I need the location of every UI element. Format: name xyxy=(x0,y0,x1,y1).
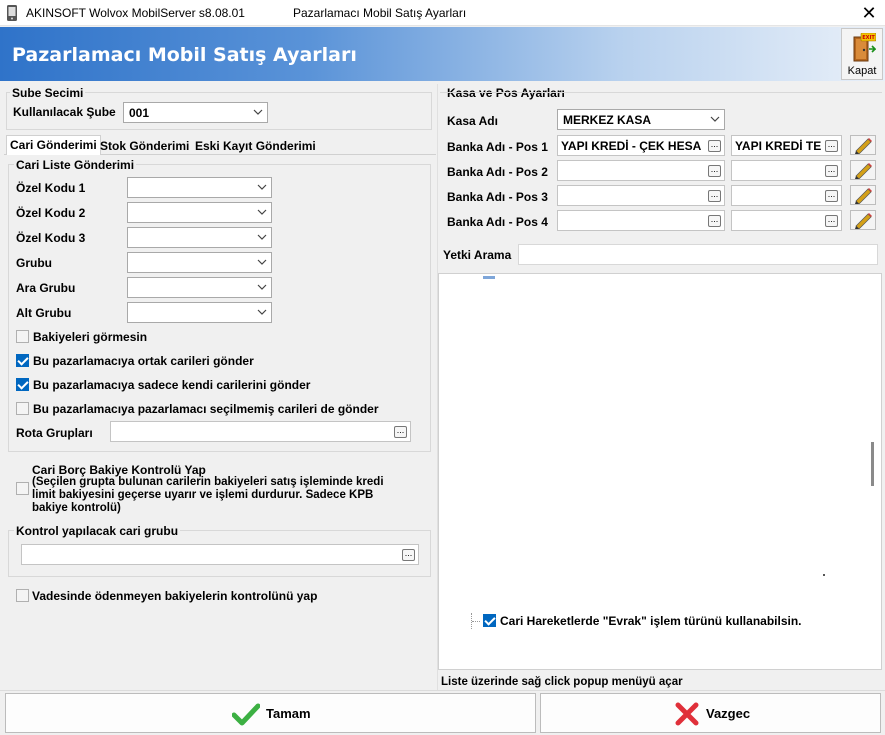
cancel-x-icon xyxy=(675,702,699,726)
pencil-icon xyxy=(855,213,872,230)
page-title: Pazarlamacı Mobil Satış Ayarları xyxy=(12,44,357,66)
pos-3-bank-field[interactable]: ... xyxy=(557,185,725,206)
ellipsis-icon[interactable]: ... xyxy=(825,215,838,227)
permission-tree[interactable]: Cari Hareketlerde "Evrak" işlem türünü k… xyxy=(438,273,882,670)
ellipsis-icon[interactable]: ... xyxy=(708,140,721,152)
pos-1-label: Banka Adı - Pos 1 xyxy=(447,140,548,154)
pos-2-account-field[interactable]: ... xyxy=(731,160,842,181)
chevron-down-icon xyxy=(710,116,720,122)
pos-4-bank-field[interactable]: ... xyxy=(557,210,725,231)
window-title: Pazarlamacı Mobil Satış Ayarları xyxy=(293,6,467,20)
vazgec-label: Vazgec xyxy=(706,706,751,721)
pos-4-account-field[interactable]: ... xyxy=(731,210,842,231)
pos-3-edit-button[interactable] xyxy=(850,185,876,205)
pos-2-edit-button[interactable] xyxy=(850,160,876,180)
ellipsis-icon[interactable]: ... xyxy=(708,165,721,177)
yetki-arama-label: Yetki Arama xyxy=(443,248,512,262)
pos-2-label: Banka Adı - Pos 2 xyxy=(447,165,548,179)
kasa-adi-value: MERKEZ KASA xyxy=(563,113,652,127)
pos-1-bank-value: YAPI KREDİ - ÇEK HESA xyxy=(561,139,702,153)
pos-4-label: Banka Adı - Pos 4 xyxy=(447,215,548,229)
app-icon xyxy=(7,5,17,21)
kasa-adi-combo[interactable]: MERKEZ KASA xyxy=(557,109,725,130)
pencil-icon xyxy=(855,188,872,205)
tree-dot xyxy=(823,574,825,576)
pencil-icon xyxy=(855,138,872,155)
kapat-button[interactable]: EXIT Kapat xyxy=(841,28,883,80)
svg-text:EXIT: EXIT xyxy=(862,35,875,41)
evrak-islem-checkbox[interactable] xyxy=(483,614,496,627)
ellipsis-icon[interactable]: ... xyxy=(708,215,721,227)
pos-3-label: Banka Adı - Pos 3 xyxy=(447,190,548,204)
ellipsis-icon[interactable]: ... xyxy=(825,165,838,177)
left-panel xyxy=(3,84,438,690)
tree-item-fragment xyxy=(483,276,495,279)
title-bar: AKINSOFT Wolvox MobilServer s8.08.01 Paz… xyxy=(0,0,885,26)
pos-4-edit-button[interactable] xyxy=(850,210,876,230)
pencil-icon xyxy=(855,163,872,180)
ellipsis-icon[interactable]: ... xyxy=(825,140,838,152)
tamam-button[interactable]: Tamam xyxy=(5,693,536,733)
yetki-arama-input[interactable] xyxy=(518,244,878,265)
pos-1-bank-field[interactable]: YAPI KREDİ - ÇEK HESA ... xyxy=(557,135,725,156)
vazgec-button[interactable]: Vazgec xyxy=(540,693,881,733)
pos-1-edit-button[interactable] xyxy=(850,135,876,155)
evrak-islem-label: Cari Hareketlerde "Evrak" işlem türünü k… xyxy=(500,614,802,628)
pos-3-account-field[interactable]: ... xyxy=(731,185,842,206)
checkmark-icon xyxy=(232,703,260,726)
tamam-label: Tamam xyxy=(266,706,311,721)
kasa-group-line xyxy=(440,92,882,93)
tree-connector xyxy=(472,621,480,622)
status-hint: Liste üzerinde sağ click popup menüyü aç… xyxy=(441,676,683,688)
pos-1-account-value: YAPI KREDİ TE xyxy=(735,139,822,153)
kasa-adi-label: Kasa Adı xyxy=(447,114,498,128)
scrollbar-thumb[interactable] xyxy=(871,442,874,486)
pos-1-account-field[interactable]: YAPI KREDİ TE ... xyxy=(731,135,842,156)
pos-2-bank-field[interactable]: ... xyxy=(557,160,725,181)
app-title: AKINSOFT Wolvox MobilServer s8.08.01 xyxy=(26,6,245,20)
exit-door-icon: EXIT xyxy=(853,33,876,62)
ellipsis-icon[interactable]: ... xyxy=(825,190,838,202)
kapat-label: Kapat xyxy=(847,65,877,77)
close-icon[interactable]: ✕ xyxy=(858,2,880,24)
header-banner: Pazarlamacı Mobil Satış Ayarları xyxy=(0,27,885,81)
kasa-group-title: Kasa ve Pos Ayarları xyxy=(445,86,567,100)
ellipsis-icon[interactable]: ... xyxy=(708,190,721,202)
